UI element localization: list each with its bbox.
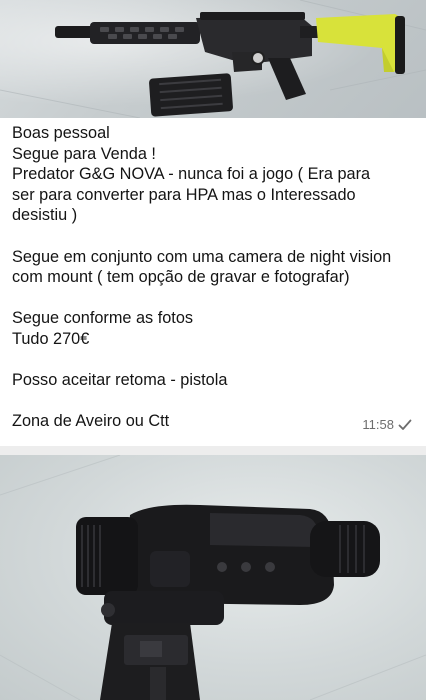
message-time: 11:58: [362, 417, 394, 432]
message-text: Boas pessoal Segue para Venda ! Predator…: [12, 124, 392, 431]
photo-rifle[interactable]: [0, 0, 426, 118]
message-bubble: Boas pessoal Segue para Venda ! Predator…: [0, 118, 426, 446]
single-check-icon: [398, 418, 412, 432]
night-vision-image: [0, 455, 426, 700]
message-meta: 11:58: [362, 417, 412, 432]
rifle-image: [0, 0, 426, 118]
photo-night-vision[interactable]: [0, 455, 426, 700]
message-separator: [0, 446, 426, 455]
